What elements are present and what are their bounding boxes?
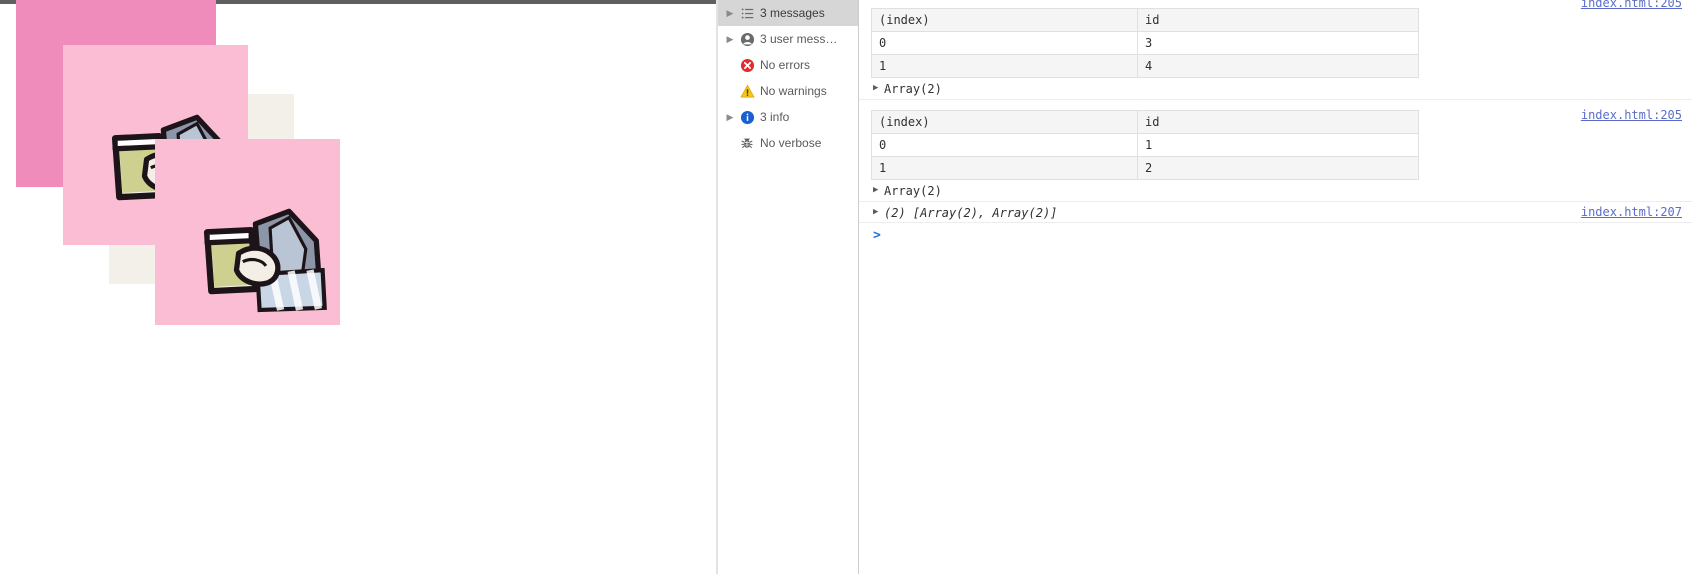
chevron-right-icon[interactable]: ▶ [724, 34, 736, 44]
list-icon [736, 7, 758, 20]
console-output-panel[interactable]: index.html:205 (index) id 0 3 1 4 ▶ Arra… [859, 0, 1692, 574]
chevron-right-icon[interactable]: ▶ [724, 8, 736, 18]
array-summary-row[interactable]: ▶ Array(2) [859, 78, 1692, 99]
cell-index: 0 [871, 133, 1138, 157]
user-icon [736, 32, 758, 47]
console-sidebar: ▶ 3 messages ▶ 3 user mess… No errors No… [718, 0, 859, 574]
sidebar-item-label: No verbose [760, 136, 822, 150]
sidebar-item-label: No warnings [760, 84, 827, 98]
console-input[interactable] [881, 227, 1692, 243]
console-result-line[interactable]: index.html:207 ▶ (2) [Array(2), Array(2)… [859, 201, 1692, 223]
sidebar-item-label: 3 info [760, 110, 790, 124]
prompt-chevron-icon: > [873, 227, 881, 243]
cell-id: 2 [1137, 156, 1419, 180]
array-summary-label: Array(2) [884, 81, 942, 96]
column-header-id: id [1137, 110, 1419, 134]
sidebar-item-verbose[interactable]: ▶ No verbose [718, 130, 858, 156]
table-row: 1 4 [871, 54, 1419, 78]
console-prompt-row[interactable]: > [859, 223, 1692, 247]
column-header-id: id [1137, 8, 1419, 32]
bug-icon [736, 136, 758, 150]
table-row: 1 2 [871, 156, 1419, 180]
page-viewport [0, 0, 718, 574]
console-table: (index) id 0 1 1 2 [871, 110, 1419, 180]
column-header-index: (index) [871, 110, 1138, 134]
group-divider [859, 99, 1692, 100]
devtools-window: ▶ 3 messages ▶ 3 user mess… No errors No… [0, 0, 1692, 574]
cell-index: 1 [871, 156, 1138, 180]
sidebar-item-label: No errors [760, 58, 811, 72]
source-link[interactable]: index.html:205 [1581, 0, 1682, 10]
cell-id: 4 [1137, 54, 1419, 78]
column-header-index: (index) [871, 8, 1138, 32]
chevron-right-icon[interactable]: ▶ [724, 112, 736, 122]
chevron-right-icon[interactable]: ▶ [873, 186, 884, 195]
table-header-row: (index) id [871, 8, 1419, 32]
source-link[interactable]: index.html:205 [1581, 108, 1682, 122]
error-icon [736, 58, 758, 73]
table-row: 0 3 [871, 31, 1419, 55]
array-result-row[interactable]: ▶ (2) [Array(2), Array(2)] [859, 202, 1692, 223]
sidebar-item-errors[interactable]: ▶ No errors [718, 52, 858, 78]
cell-id: 3 [1137, 31, 1419, 55]
sidebar-item-user-messages[interactable]: ▶ 3 user mess… [718, 26, 858, 52]
sidebar-item-info[interactable]: ▶ 3 info [718, 104, 858, 130]
source-link[interactable]: index.html:207 [1581, 205, 1682, 219]
array-result-label: (2) [Array(2), Array(2)] [884, 205, 1058, 220]
warning-icon [736, 84, 758, 99]
info-icon [736, 110, 758, 125]
sidebar-item-messages[interactable]: ▶ 3 messages [718, 0, 858, 26]
sidebar-item-label: 3 messages [760, 6, 825, 20]
sidebar-item-warnings[interactable]: ▶ No warnings [718, 78, 858, 104]
array-summary-label: Array(2) [884, 183, 942, 198]
cell-id: 1 [1137, 133, 1419, 157]
hand-with-glass-illustration [203, 208, 327, 313]
cell-index: 1 [871, 54, 1138, 78]
console-group: index.html:205 (index) id 0 3 1 4 ▶ Arra… [859, 0, 1692, 99]
console-group: index.html:205 (index) id 0 1 1 2 ▶ Arra… [859, 108, 1692, 201]
sidebar-item-label: 3 user mess… [760, 32, 838, 46]
array-summary-row[interactable]: ▶ Array(2) [859, 180, 1692, 201]
image-card-3[interactable] [155, 139, 340, 325]
chevron-right-icon[interactable]: ▶ [873, 208, 884, 217]
table-header-row: (index) id [871, 110, 1419, 134]
chevron-right-icon[interactable]: ▶ [873, 84, 884, 93]
console-table: (index) id 0 3 1 4 [871, 8, 1419, 78]
table-row: 0 1 [871, 133, 1419, 157]
cell-index: 0 [871, 31, 1138, 55]
